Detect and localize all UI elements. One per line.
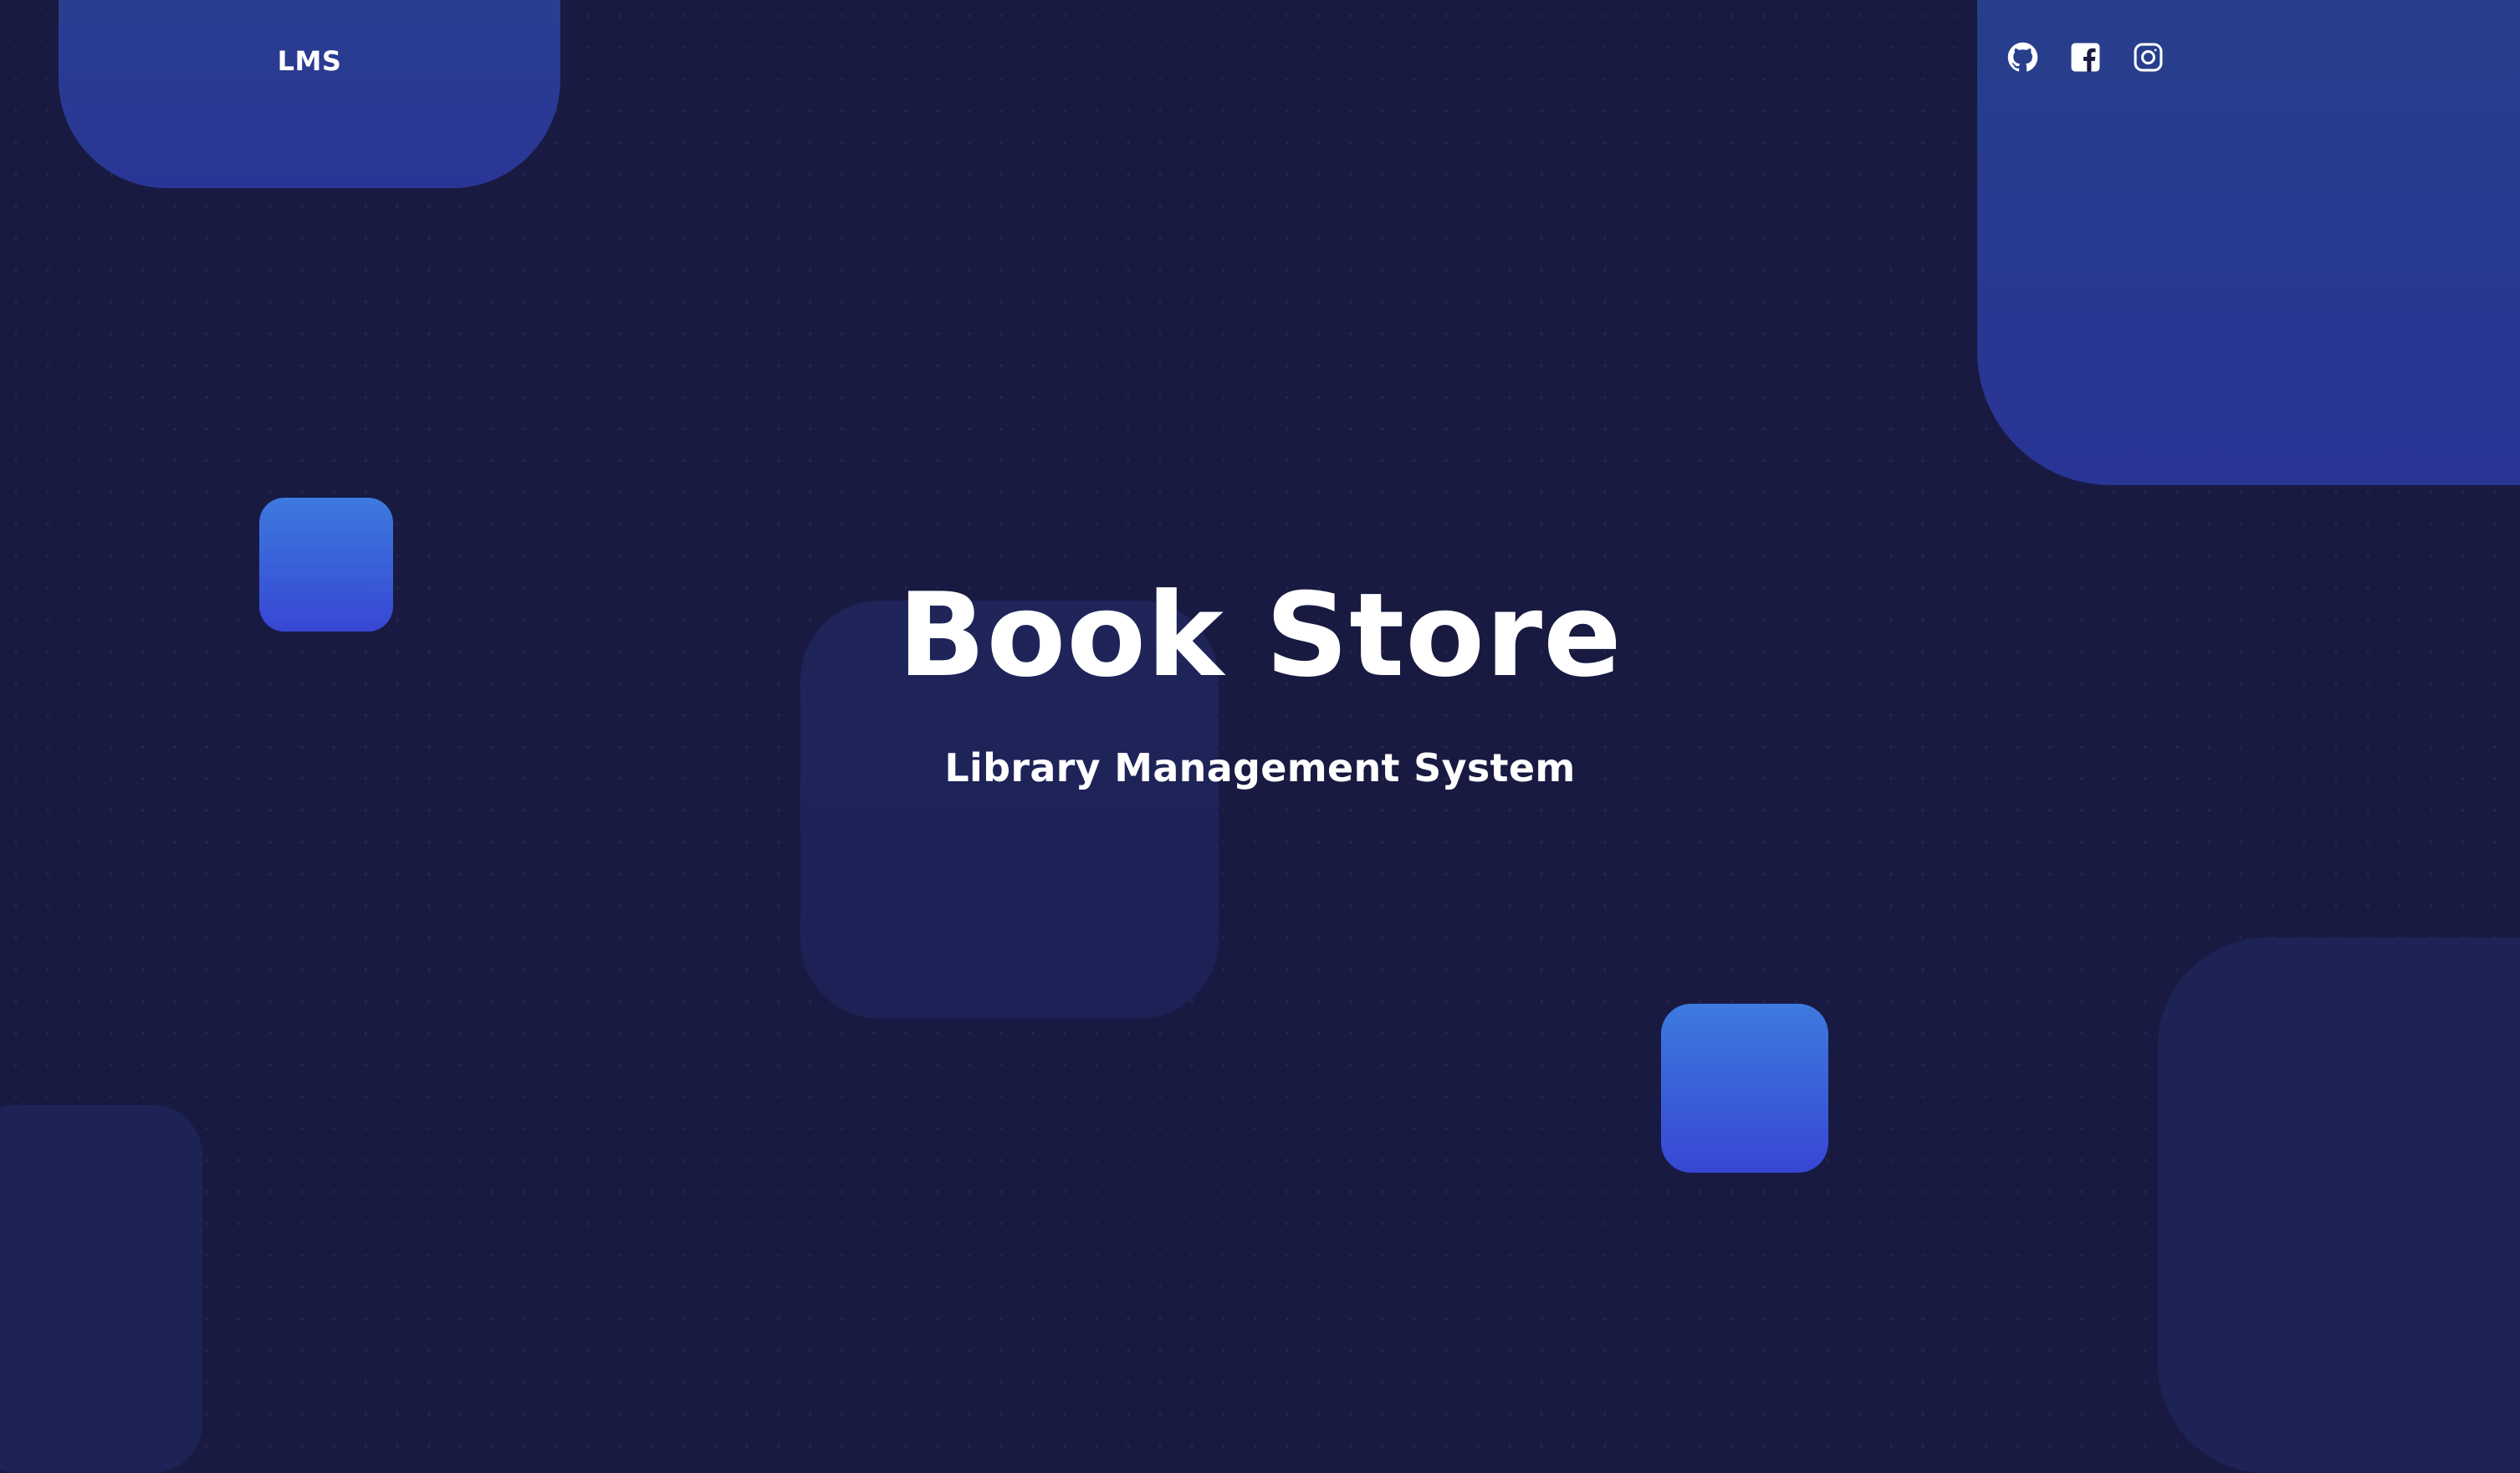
logo-link[interactable]: LMS: [59, 0, 560, 121]
decor-block-bottom-right: [2158, 938, 2520, 1473]
hero-section: Book Store Library Management System: [0, 569, 2520, 791]
decor-square-bottom: [1661, 1004, 1828, 1173]
decor-block-top-right: [1977, 0, 2520, 485]
decor-block-bottom-left: [0, 1105, 202, 1473]
instagram-icon: [2133, 42, 2164, 73]
github-link[interactable]: [2007, 42, 2038, 73]
github-icon: [2007, 42, 2038, 73]
hero-subtitle: Library Management System: [944, 745, 1576, 790]
facebook-icon: [2070, 42, 2101, 73]
social-links: [2007, 42, 2164, 73]
hero-title: Book Store: [897, 568, 1623, 703]
facebook-link[interactable]: [2070, 42, 2101, 73]
instagram-link[interactable]: [2133, 42, 2164, 73]
